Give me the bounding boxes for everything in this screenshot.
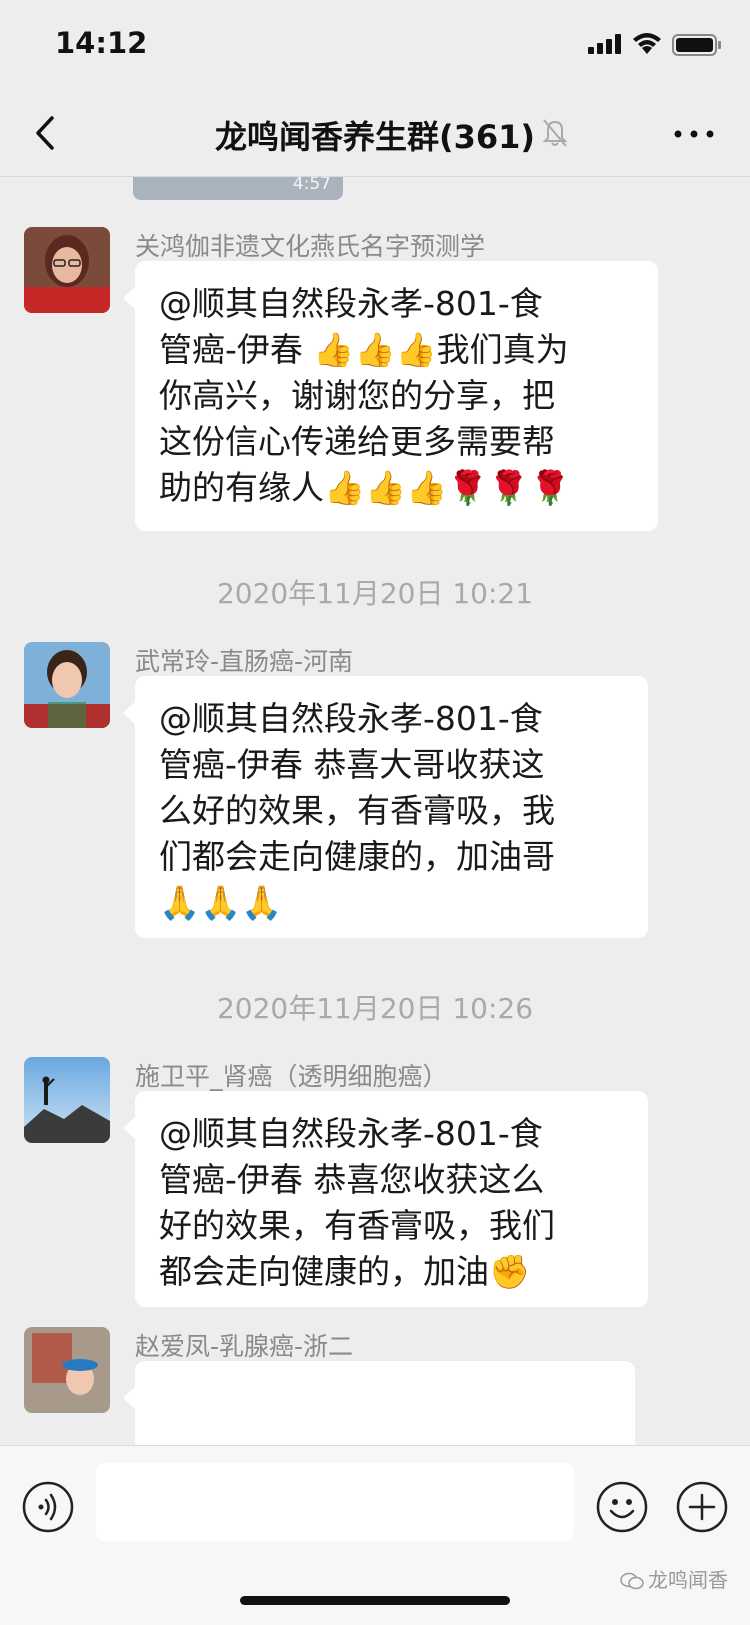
plus-icon[interactable] bbox=[676, 1481, 728, 1533]
avatar[interactable] bbox=[24, 1327, 110, 1413]
wechat-icon bbox=[620, 1572, 644, 1590]
status-bar: 14:12 bbox=[0, 0, 750, 90]
watermark: 龙鸣闻香 bbox=[620, 1564, 728, 1593]
chat-title: 龙鸣闻香养生群(361) bbox=[214, 118, 536, 156]
message-timestamp: 2020年11月20日 10:26 bbox=[216, 992, 534, 1025]
wifi-icon bbox=[633, 33, 661, 54]
mute-bell-icon bbox=[542, 119, 568, 147]
status-time: 14:12 bbox=[55, 26, 148, 60]
video-message[interactable]: 4:57 bbox=[133, 177, 343, 200]
message-bubble[interactable]: @顺其自然段永孝-801-食 管癌-伊春 恭喜大哥收获这 么好的效果，有香膏吸，… bbox=[123, 676, 648, 938]
message-timestamp: 2020年11月20日 10:21 bbox=[216, 577, 534, 610]
message-bubble[interactable] bbox=[123, 1361, 635, 1445]
sender-name: 施卫平_肾癌（透明细胞癌） bbox=[135, 1062, 448, 1091]
voice-input-icon[interactable] bbox=[22, 1481, 74, 1533]
watermark-text: 龙鸣闻香 bbox=[648, 1568, 728, 1592]
message-bubble[interactable]: @顺其自然段永孝-801-食 管癌-伊春 恭喜您收获这么 好的效果，有香膏吸，我… bbox=[123, 1091, 648, 1307]
home-indicator bbox=[240, 1596, 510, 1605]
input-bar: 龙鸣闻香 bbox=[0, 1445, 750, 1625]
avatar[interactable] bbox=[24, 227, 110, 313]
battery-icon bbox=[672, 34, 721, 56]
message-list[interactable]: 4:57 关鸿伽非遗文化燕氏名字预测学 @顺其自然段永孝-801-食 管癌-伊春… bbox=[0, 177, 750, 1445]
sender-name: 关鸿伽非遗文化燕氏名字预测学 bbox=[135, 232, 486, 261]
sender-name: 赵爱凤-乳腺癌-浙二 bbox=[135, 1332, 354, 1361]
message-bubble[interactable]: @顺其自然段永孝-801-食 管癌-伊春 👍👍👍我们真为 你高兴，谢谢您的分享，… bbox=[123, 261, 658, 531]
cellular-signal-icon bbox=[588, 34, 621, 54]
avatar[interactable] bbox=[24, 1057, 110, 1143]
emoji-icon[interactable] bbox=[596, 1481, 648, 1533]
chat-header: 龙鸣闻香养生群(361) bbox=[0, 90, 750, 177]
sender-name: 武常玲-直肠癌-河南 bbox=[135, 647, 354, 676]
video-duration: 4:57 bbox=[292, 177, 331, 194]
avatar[interactable] bbox=[24, 642, 110, 728]
more-options-button[interactable] bbox=[672, 124, 716, 144]
message-input[interactable] bbox=[96, 1463, 574, 1541]
